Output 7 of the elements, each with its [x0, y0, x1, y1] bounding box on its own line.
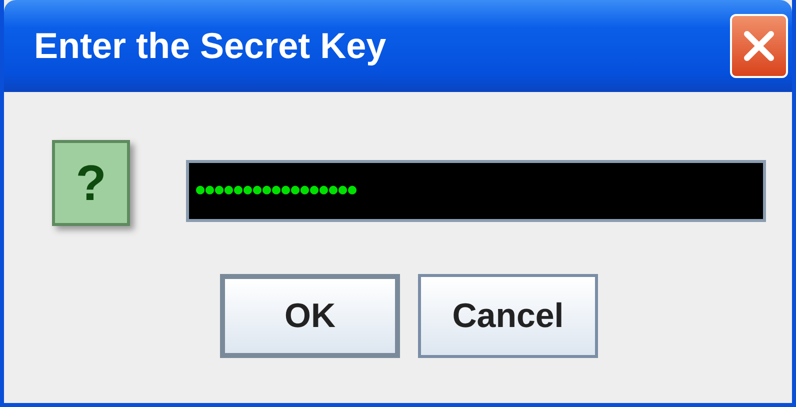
ok-button[interactable]: OK [220, 274, 400, 358]
password-field[interactable]: ••••••••••••••••• [186, 160, 766, 222]
cancel-button[interactable]: Cancel [418, 274, 598, 358]
close-button[interactable] [730, 14, 788, 78]
question-icon: ? [52, 140, 130, 226]
close-icon [741, 28, 777, 64]
window-title: Enter the Secret Key [34, 25, 386, 67]
